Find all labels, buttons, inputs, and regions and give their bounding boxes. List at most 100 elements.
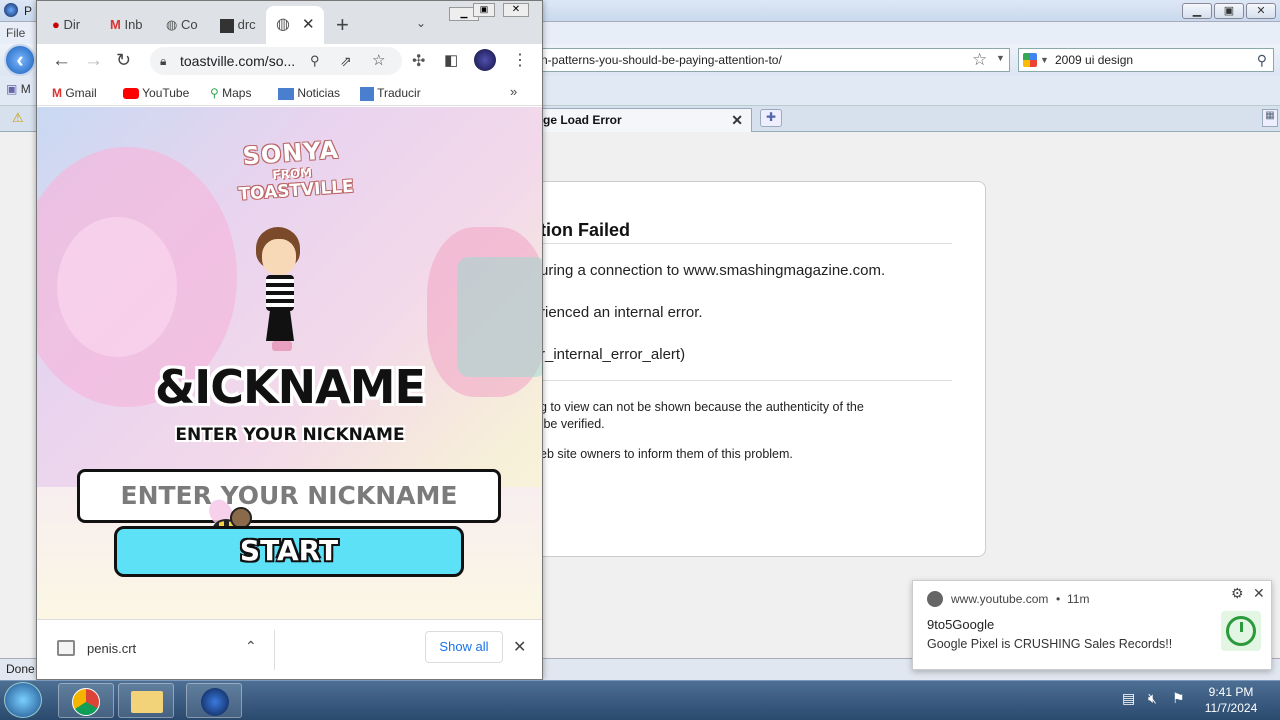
close-icon[interactable]: ✕ xyxy=(1253,585,1265,602)
flag-icon[interactable]: ⚑ xyxy=(1172,690,1185,707)
error-line-2: rienced an internal error. xyxy=(540,304,703,321)
url-text: toastville.com/so... xyxy=(180,53,296,69)
side-panel-icon[interactable]: ◧ xyxy=(444,51,458,69)
character-shoes xyxy=(272,341,292,351)
character-face xyxy=(262,239,296,275)
dropdown-icon[interactable]: ▼ xyxy=(996,53,1005,63)
taskbar-explorer[interactable] xyxy=(118,683,174,718)
menu-icon[interactable]: ⋮ xyxy=(512,50,528,70)
close-button[interactable]: ✕ xyxy=(503,3,529,17)
tab-label: Dir xyxy=(63,17,81,32)
avatar[interactable] xyxy=(474,49,496,71)
terminal-icon xyxy=(220,18,234,33)
bookmark-gmail[interactable]: M Gmail xyxy=(52,84,97,102)
background-active-tab[interactable]: ge Load Error ✕ xyxy=(520,108,752,132)
globe-icon: ◍ xyxy=(166,17,178,32)
star-icon[interactable]: ☆ xyxy=(372,47,385,75)
new-tab-icon[interactable]: + xyxy=(336,12,349,38)
google-icon xyxy=(1023,53,1037,67)
error-detail-1: g to view can not be shown because the a… xyxy=(540,400,864,414)
show-all-button[interactable]: Show all xyxy=(425,631,503,663)
bookmark-news[interactable]: Noticias xyxy=(278,84,340,102)
download-filename[interactable]: penis.crt xyxy=(87,641,136,656)
certificate-file-icon xyxy=(57,640,75,656)
star-icon[interactable]: ☆ xyxy=(972,50,987,70)
close-tab-icon[interactable]: ✕ xyxy=(731,109,743,131)
close-tab-icon[interactable]: ✕ xyxy=(302,15,315,33)
tab-4[interactable]: drc xyxy=(220,8,256,42)
heading-glyph: & xyxy=(155,360,195,414)
background-title: P xyxy=(24,4,33,18)
volume-muted-icon[interactable]: 🔇︎ xyxy=(1148,690,1157,707)
network-icon[interactable]: ▤ xyxy=(1122,690,1135,707)
background-shape xyxy=(457,257,542,377)
taskbar-chrome[interactable] xyxy=(58,683,114,718)
back-icon[interactable]: ‹ xyxy=(4,44,36,76)
settings-icon[interactable]: ⚙ xyxy=(1231,585,1244,602)
start-orb-icon[interactable] xyxy=(4,682,42,718)
chevron-up-icon[interactable]: ⌃ xyxy=(245,638,257,655)
divider xyxy=(540,243,952,244)
youtube-icon xyxy=(123,88,139,100)
forward-icon[interactable]: → xyxy=(84,50,103,72)
maximize-button[interactable]: ▣ xyxy=(1214,3,1244,19)
notification-title: 9to5Google xyxy=(927,617,995,632)
red-bird-icon: ● xyxy=(52,17,60,32)
bookmark-maps[interactable]: ⚲ Maps xyxy=(210,84,251,102)
new-tab-icon[interactable]: ✚ xyxy=(760,109,782,127)
dropdown-icon[interactable]: ▼ xyxy=(1040,49,1049,71)
bookmark-translate[interactable]: Traducir xyxy=(360,84,421,102)
tab-1[interactable]: ● Dir xyxy=(52,8,80,42)
close-icon[interactable]: ✕ xyxy=(513,637,526,657)
tab-list-icon[interactable]: ▦ xyxy=(1262,109,1278,127)
tab-search-icon[interactable]: ⌄ xyxy=(416,16,426,30)
nickname-heading: &ICKNAME xyxy=(155,360,426,414)
bookmark-fragment[interactable]: ▣ M xyxy=(6,82,31,96)
divider xyxy=(540,380,952,381)
tab-label: ge Load Error xyxy=(543,113,622,127)
share-icon[interactable]: ⇗ xyxy=(340,47,352,75)
page-content: SONYA FROM TOASTVILLE &ICKNAME ENTER YOU… xyxy=(37,107,542,619)
location-icon[interactable]: ⚲ xyxy=(310,47,320,75)
lock-icon: 🔒︎ xyxy=(160,54,167,68)
character-skirt xyxy=(266,309,294,341)
notification-popup[interactable]: www.youtube.com • 11m ⚙ ✕ 9to5Google Goo… xyxy=(912,580,1272,670)
game-logo: SONYA FROM TOASTVILLE xyxy=(235,135,354,205)
nickname-input[interactable]: ENTER YOUR NICKNAME xyxy=(77,469,501,523)
tab-2[interactable]: M Inb xyxy=(110,8,143,42)
globe-icon xyxy=(927,591,943,607)
start-button[interactable]: START xyxy=(114,526,464,577)
minimize-button[interactable]: ▁ xyxy=(1182,3,1212,19)
address-bar[interactable]: 🔒︎ toastville.com/so... ⚲ ⇗ ☆ xyxy=(150,47,402,75)
notification-body: Google Pixel is CRUSHING Sales Records!! xyxy=(927,637,1173,651)
warning-icon: ⚠ xyxy=(12,110,24,125)
taskbar-firefox[interactable] xyxy=(186,683,242,718)
more-bookmarks-icon[interactable]: » xyxy=(510,84,517,99)
system-clock[interactable]: 9:41 PM 11/7/2024 xyxy=(1196,684,1266,716)
back-icon[interactable]: ← xyxy=(52,50,71,72)
active-tab[interactable]: ◍ ✕ xyxy=(266,6,324,44)
divider xyxy=(274,630,275,670)
tab-3[interactable]: ◍ Co xyxy=(166,8,198,42)
firefox-icon xyxy=(201,688,229,716)
reload-icon[interactable]: ↻ xyxy=(116,50,131,71)
nickname-subheading: ENTER YOUR NICKNAME xyxy=(175,425,405,445)
news-icon xyxy=(278,87,294,100)
background-search-field[interactable]: ▼ 2009 ui design ⚲ xyxy=(1018,48,1274,72)
background-url-bar[interactable]: n-patterns-you-should-be-paying-attentio… xyxy=(520,48,1010,72)
menu-file[interactable]: File xyxy=(6,26,25,40)
extensions-icon[interactable]: ✣ xyxy=(412,51,425,71)
error-line-1: uring a connection to www.smashingmagazi… xyxy=(540,262,886,279)
character-sonya xyxy=(242,227,312,357)
bookmark-label: Traducir xyxy=(377,86,421,100)
firefox-icon xyxy=(4,3,18,17)
close-button[interactable]: ✕ xyxy=(1246,3,1276,19)
search-value: 2009 ui design xyxy=(1055,53,1134,67)
bookmark-label: Noticias xyxy=(297,86,341,100)
maps-pin-icon: ⚲ xyxy=(210,86,219,100)
maximize-button[interactable]: ▣ xyxy=(473,3,495,17)
search-icon[interactable]: ⚲ xyxy=(1257,49,1267,71)
bookmark-label: YouTube xyxy=(142,86,190,100)
bookmark-youtube[interactable]: YouTube xyxy=(123,84,189,102)
bookmark-label: Gmail xyxy=(65,86,97,100)
